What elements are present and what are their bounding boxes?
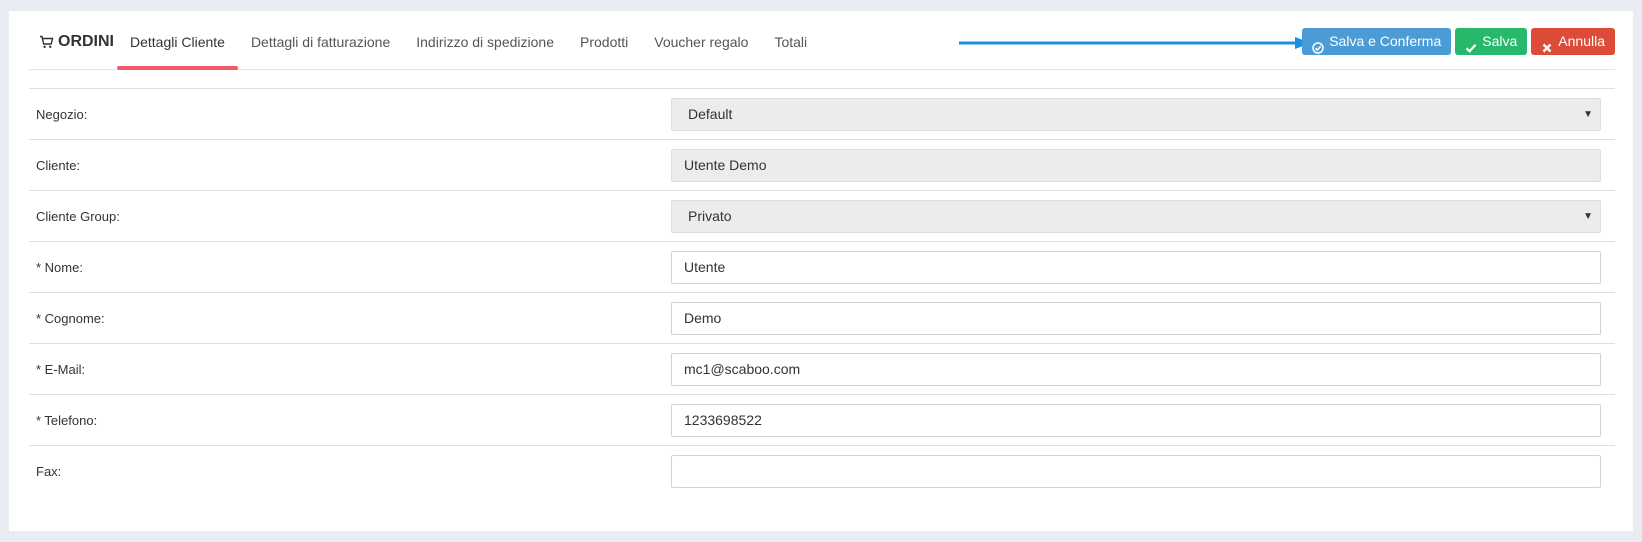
action-buttons: Salva e Conferma Salva Annulla: [1302, 28, 1615, 55]
tab-gift-voucher[interactable]: Voucher regalo: [641, 11, 761, 69]
phone-field[interactable]: 1233698522: [671, 403, 1601, 437]
firstname-label: * Nome:: [36, 259, 83, 275]
store-select-value: Default: [688, 105, 733, 122]
save-label: Salva: [1482, 33, 1518, 49]
cancel-label: Annulla: [1558, 33, 1605, 49]
header-bar: ORDINI Dettagli Cliente Dettagli di fatt…: [29, 11, 1615, 70]
arrow-right-icon: [959, 37, 1311, 49]
tab-totals[interactable]: Totali: [761, 11, 820, 69]
customer-form: Negozio: Default ▼ Cliente: Utente Demo …: [29, 88, 1615, 496]
tab-shipping-address[interactable]: Indirizzo di spedizione: [403, 11, 567, 69]
form-row-phone: * Telefono: 1233698522: [29, 394, 1615, 445]
fax-field[interactable]: [671, 454, 1601, 488]
tab-customer-details[interactable]: Dettagli Cliente: [117, 11, 238, 70]
caret-down-icon: ▼: [1583, 108, 1593, 120]
phone-label: * Telefono:: [36, 412, 98, 428]
times-icon: [1541, 36, 1553, 52]
email-field[interactable]: mc1@scaboo.com: [671, 352, 1601, 386]
firstname-value: Utente: [684, 258, 726, 275]
fax-label: Fax:: [36, 463, 62, 479]
brand: ORDINI: [39, 33, 114, 51]
form-row-customer: Cliente: Utente Demo: [29, 139, 1615, 190]
check-icon: [1465, 36, 1477, 53]
store-label: Negozio:: [36, 106, 88, 122]
form-row-firstname: * Nome: Utente: [29, 241, 1615, 292]
tab-billing-details[interactable]: Dettagli di fatturazione: [238, 11, 403, 69]
tab-products[interactable]: Prodotti: [567, 11, 641, 69]
shopping-cart-icon: [39, 35, 54, 49]
save-confirm-button[interactable]: Salva e Conferma: [1302, 28, 1452, 55]
lastname-field[interactable]: Demo: [671, 301, 1601, 335]
lastname-value: Demo: [684, 309, 722, 326]
save-confirm-label: Salva e Conferma: [1329, 33, 1442, 49]
customer-group-label: Cliente Group:: [36, 208, 120, 224]
caret-down-icon: ▼: [1583, 210, 1593, 222]
customer-field-value: Utente Demo: [684, 156, 767, 173]
customer-field[interactable]: Utente Demo: [671, 148, 1601, 182]
customer-group-select[interactable]: Privato ▼: [671, 199, 1601, 233]
email-label: * E-Mail:: [36, 361, 86, 377]
orders-panel: ORDINI Dettagli Cliente Dettagli di fatt…: [9, 11, 1633, 531]
check-circle-icon: [1312, 36, 1324, 54]
form-row-customer-group: Cliente Group: Privato ▼: [29, 190, 1615, 241]
save-button[interactable]: Salva: [1455, 28, 1528, 55]
form-row-lastname: * Cognome: Demo: [29, 292, 1615, 343]
form-row-store: Negozio: Default ▼: [29, 88, 1615, 139]
phone-value: 1233698522: [684, 411, 762, 428]
customer-group-value: Privato: [688, 207, 732, 224]
form-row-fax: Fax:: [29, 445, 1615, 496]
firstname-field[interactable]: Utente: [671, 250, 1601, 284]
lastname-label: * Cognome:: [36, 310, 105, 326]
page-title: ORDINI: [58, 33, 114, 50]
tab-bar: Dettagli Cliente Dettagli di fatturazion…: [117, 11, 820, 70]
store-select[interactable]: Default ▼: [671, 97, 1601, 131]
customer-label: Cliente:: [36, 157, 81, 173]
email-value: mc1@scaboo.com: [684, 360, 801, 377]
cancel-button[interactable]: Annulla: [1531, 28, 1615, 55]
form-row-email: * E-Mail: mc1@scaboo.com: [29, 343, 1615, 394]
